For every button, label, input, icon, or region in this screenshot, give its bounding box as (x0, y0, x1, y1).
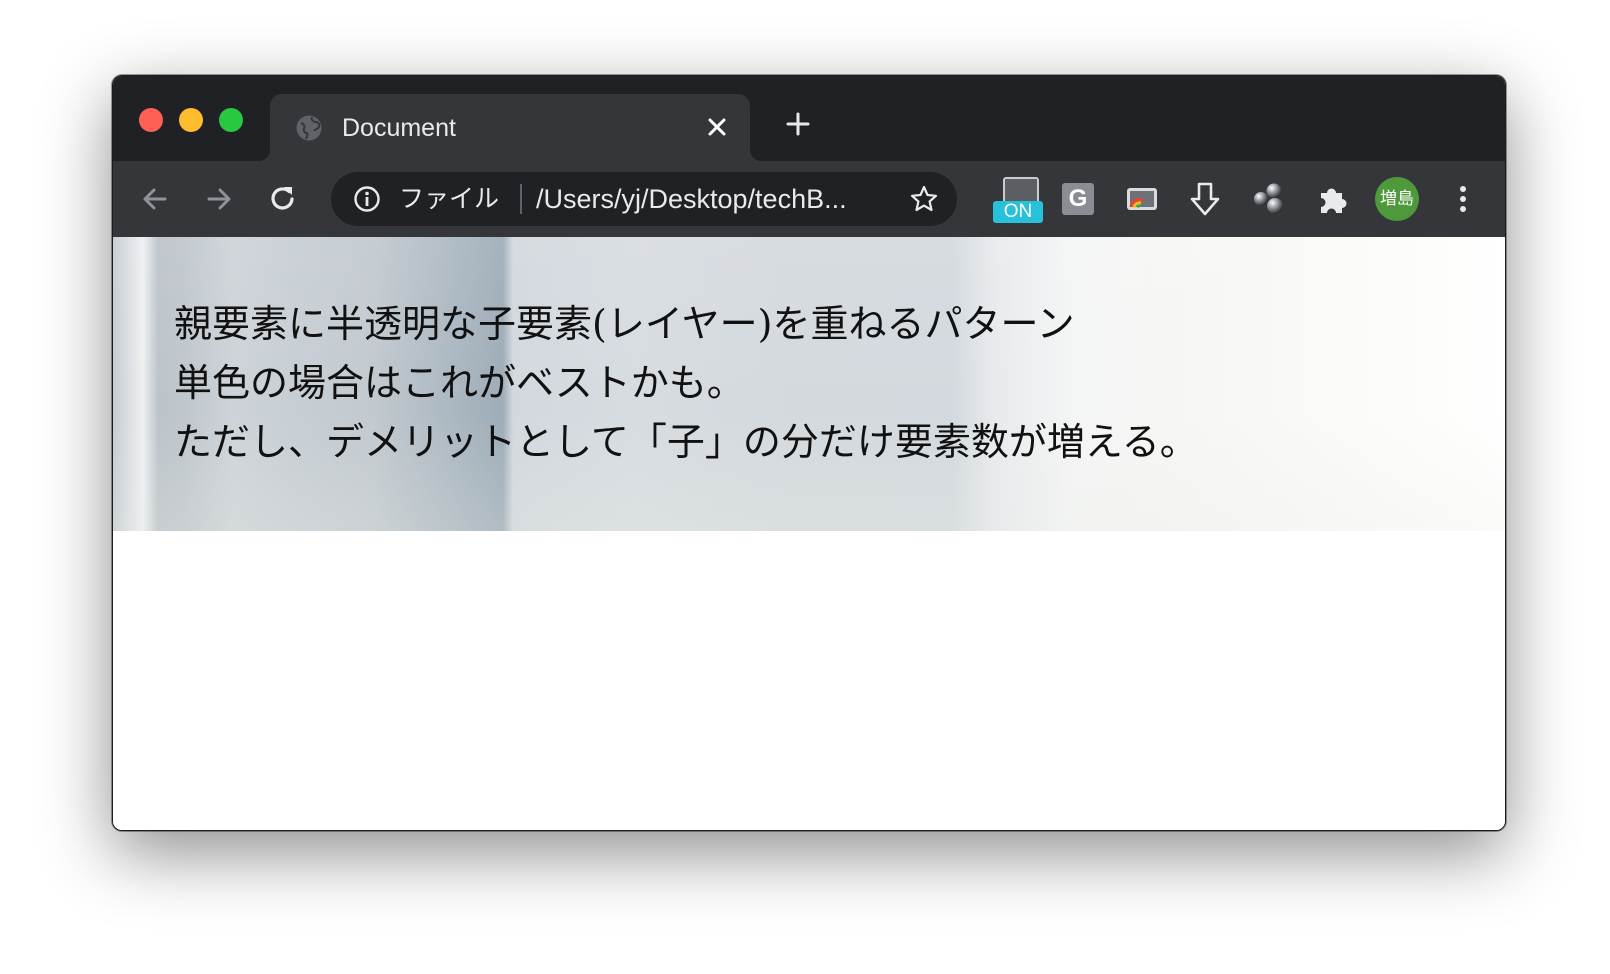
globe-icon (296, 115, 322, 141)
cast-icon[interactable] (1122, 179, 1162, 219)
info-icon[interactable] (353, 185, 381, 213)
url-text[interactable]: /Users/yj/Desktop/techB... (536, 184, 847, 214)
url-scheme-label: ファイル (399, 184, 500, 213)
molecule-icon[interactable] (1249, 179, 1289, 219)
profile-avatar[interactable]: 増島 (1375, 177, 1419, 221)
window-minimize-button[interactable] (179, 108, 203, 132)
on-badge: ON (993, 201, 1043, 223)
page-viewport: 親要素に半透明な子要素(レイヤー)を重ねるパターン 単色の場合はこれがベストかも… (113, 237, 1505, 830)
more-vertical-icon[interactable] (1443, 179, 1483, 219)
arrow-left-icon[interactable] (137, 181, 173, 217)
tab-title: Document (342, 114, 456, 142)
close-icon[interactable] (702, 112, 732, 142)
tab-document[interactable]: Document (258, 94, 762, 161)
hero-line-1: 親要素に半透明な子要素(レイヤー)を重ねるパターン (174, 302, 1075, 346)
browser-toolbar: ファイル /Users/yj/Desktop/techB... ON G 増島 (113, 161, 1505, 237)
url-separator (520, 184, 522, 214)
browser-window: Document ファイル /Users/yj/Desktop/techB...… (112, 75, 1506, 831)
title-bar: Document (113, 76, 1505, 161)
puzzle-icon[interactable] (1312, 179, 1352, 219)
address-bar[interactable]: ファイル /Users/yj/Desktop/techB... (331, 172, 957, 226)
reload-icon[interactable] (265, 181, 301, 217)
window-close-button[interactable] (139, 108, 163, 132)
arrow-right-icon[interactable] (201, 181, 237, 217)
hero-line-2: 単色の場合はこれがベストかも。 (174, 361, 745, 405)
hero-line-3: ただし、デメリットとして「子」の分だけ要素数が増える。 (174, 420, 1198, 464)
window-zoom-button[interactable] (219, 108, 243, 132)
plus-icon[interactable] (783, 109, 813, 139)
download-icon[interactable] (1185, 179, 1225, 219)
star-icon[interactable] (909, 184, 939, 214)
g-extension-button[interactable]: G (1058, 179, 1098, 219)
g-icon: G (1062, 183, 1094, 215)
screen-extension-button[interactable]: ON (993, 175, 1045, 223)
hero-text: 親要素に半透明な子要素(レイヤー)を重ねるパターン 単色の場合はこれがベストかも… (174, 295, 1198, 472)
